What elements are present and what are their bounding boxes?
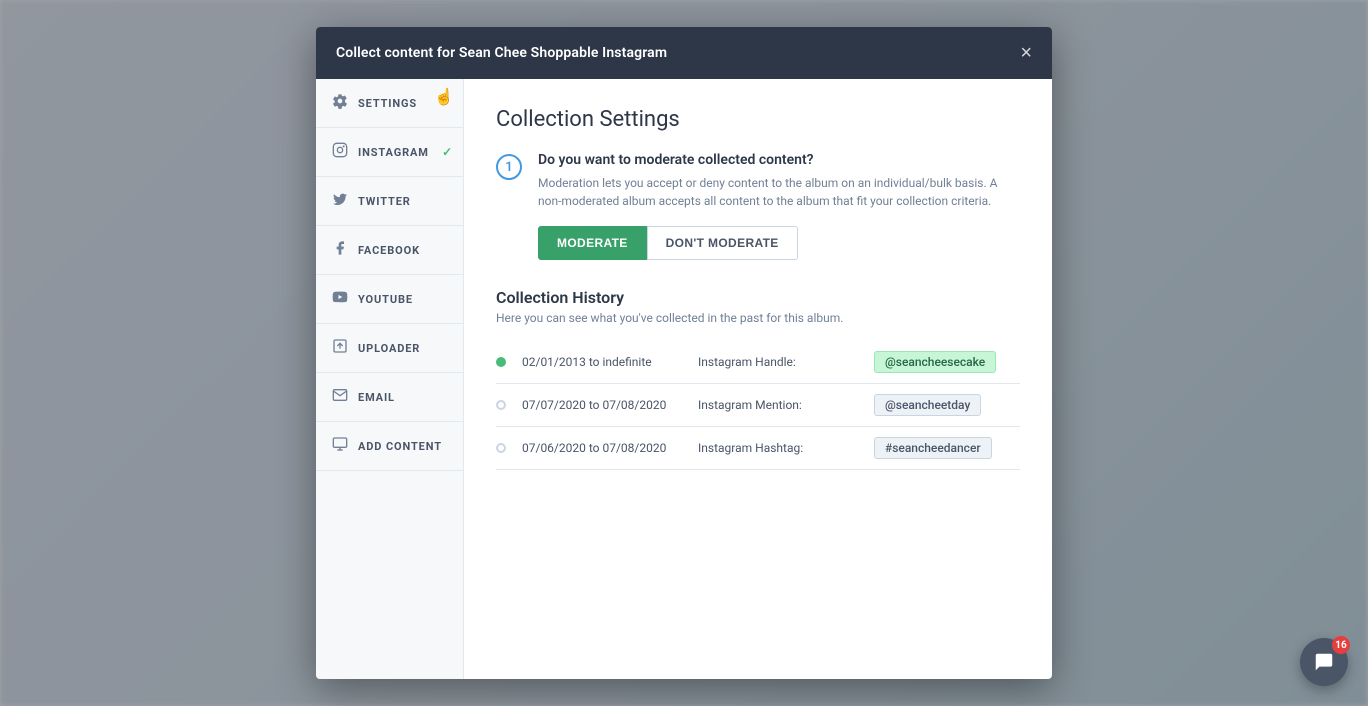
history-date: 07/06/2020 to 07/08/2020 xyxy=(522,441,682,455)
status-dot-active xyxy=(496,357,506,367)
history-row: 07/06/2020 to 07/08/2020 Instagram Hasht… xyxy=(496,427,1020,470)
twitter-icon xyxy=(332,191,348,211)
check-icon: ✓ xyxy=(442,145,453,159)
uploader-icon xyxy=(332,338,348,358)
history-tag: #seancheedancer xyxy=(874,437,992,459)
gear-icon xyxy=(332,93,348,113)
history-type: Instagram Mention: xyxy=(698,398,858,412)
sidebar-item-youtube[interactable]: YOUTUBE xyxy=(316,275,463,324)
modal-header: Collect content for Sean Chee Shoppable … xyxy=(316,27,1052,79)
sidebar-item-email[interactable]: EMAIL xyxy=(316,373,463,422)
chat-badge-count: 16 xyxy=(1332,636,1350,654)
moderate-button[interactable]: MODERATE xyxy=(538,226,647,260)
add-content-icon xyxy=(332,436,348,456)
modal-close-button[interactable]: × xyxy=(1020,43,1032,63)
chat-icon xyxy=(1313,651,1335,673)
history-date: 02/01/2013 to indefinite xyxy=(522,355,682,369)
history-type: Instagram Hashtag: xyxy=(698,441,858,455)
history-tag: @seancheesecake xyxy=(874,351,996,373)
section-title: Collection Settings xyxy=(496,107,1020,132)
sidebar-item-add-content[interactable]: ADD CONTENT xyxy=(316,422,463,471)
sidebar-facebook-label: FACEBOOK xyxy=(358,244,420,257)
modal: Collect content for Sean Chee Shoppable … xyxy=(316,27,1052,679)
history-tag: @seancheetday xyxy=(874,394,981,416)
status-dot-inactive xyxy=(496,443,506,453)
moderation-button-group: MODERATE DON'T MODERATE xyxy=(538,226,1020,260)
sidebar-item-facebook[interactable]: FACEBOOK xyxy=(316,226,463,275)
history-row: 02/01/2013 to indefinite Instagram Handl… xyxy=(496,341,1020,384)
sidebar-add-content-label: ADD CONTENT xyxy=(358,440,442,453)
sidebar-item-instagram[interactable]: INSTAGRAM ✓ xyxy=(316,128,463,177)
history-section: Collection History Here you can see what… xyxy=(496,288,1020,470)
facebook-icon xyxy=(332,240,348,260)
history-row: 07/07/2020 to 07/08/2020 Instagram Menti… xyxy=(496,384,1020,427)
step-question: Do you want to moderate collected conten… xyxy=(538,152,1020,168)
youtube-icon xyxy=(332,289,348,309)
modal-title: Collect content for Sean Chee Shoppable … xyxy=(336,45,667,61)
history-subtitle: Here you can see what you've collected i… xyxy=(496,311,1020,325)
sidebar-item-uploader[interactable]: UPLOADER xyxy=(316,324,463,373)
sidebar-email-label: EMAIL xyxy=(358,391,395,404)
sidebar-item-twitter[interactable]: TwItteR xyxy=(316,177,463,226)
step-content: Do you want to moderate collected conten… xyxy=(538,152,1020,260)
history-type: Instagram Handle: xyxy=(698,355,858,369)
instagram-icon xyxy=(332,142,348,162)
sidebar-settings-label: SETTINGS xyxy=(358,97,417,110)
step-1-container: 1 Do you want to moderate collected cont… xyxy=(496,152,1020,260)
history-title: Collection History xyxy=(496,288,1020,307)
email-icon xyxy=(332,387,348,407)
sidebar-uploader-label: UPLOADER xyxy=(358,342,420,355)
sidebar-youtube-label: YOUTUBE xyxy=(358,293,413,306)
sidebar-instagram-label: INSTAGRAM xyxy=(358,146,429,159)
dont-moderate-button[interactable]: DON'T MODERATE xyxy=(647,226,798,260)
modal-sidebar: SETTINGS ☝ INSTAGRAM ✓ TwItteR xyxy=(316,79,464,679)
status-dot-inactive xyxy=(496,400,506,410)
cursor-icon: ☝ xyxy=(434,87,455,106)
main-content-area: Collection Settings 1 Do you want to mod… xyxy=(464,79,1052,679)
chat-bubble-button[interactable]: 16 xyxy=(1300,638,1348,686)
sidebar-item-settings[interactable]: SETTINGS ☝ xyxy=(316,79,463,128)
step-description: Moderation lets you accept or deny conte… xyxy=(538,174,1020,210)
history-date: 07/07/2020 to 07/08/2020 xyxy=(522,398,682,412)
modal-body: SETTINGS ☝ INSTAGRAM ✓ TwItteR xyxy=(316,79,1052,679)
step-number: 1 xyxy=(496,154,522,180)
sidebar-twitter-label: TwItteR xyxy=(358,195,411,208)
